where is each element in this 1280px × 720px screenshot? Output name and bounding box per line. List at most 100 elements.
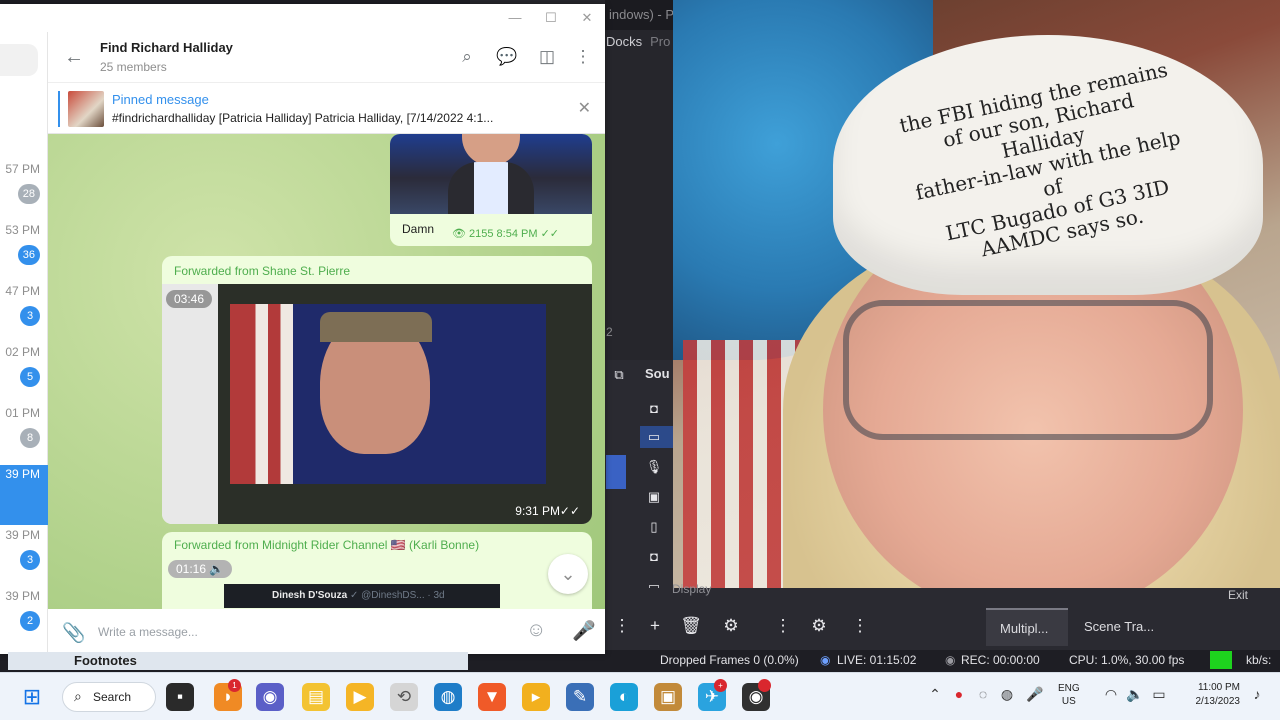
emoji-icon[interactable]: ☺ xyxy=(526,619,546,642)
scene-selected-row[interactable] xyxy=(606,455,626,489)
battery-icon[interactable]: ▭ xyxy=(1150,686,1168,703)
forwarded-from-label-2[interactable]: Forwarded from Midnight Rider Channel 🇺🇸… xyxy=(174,538,479,552)
telegram-badge: + xyxy=(714,679,727,692)
notification-badge: 1 xyxy=(228,679,241,692)
tray-app-icon[interactable]: ● xyxy=(950,686,968,702)
chat-time: 39 PM xyxy=(5,589,40,603)
chat-list-item[interactable]: 57 PM 28 xyxy=(0,160,48,220)
more-icon[interactable]: ⋮ xyxy=(771,614,795,638)
chat-time: 01 PM xyxy=(5,406,40,420)
chat-time: 39 PM xyxy=(5,467,40,481)
mic-source-icon[interactable]: 🎙 xyxy=(645,458,663,476)
sources-dock-icon[interactable]: ⧉ xyxy=(610,366,628,384)
message-time: 9:31 PM xyxy=(515,504,560,518)
unread-badge: 36 xyxy=(17,245,40,265)
wifi-icon[interactable]: ◠ xyxy=(1102,686,1120,703)
more-icon-2[interactable]: ⋮ xyxy=(848,614,872,638)
camera-source-icon-2[interactable]: ◘ xyxy=(645,548,663,566)
tray-app-icon-2[interactable]: ◌ xyxy=(974,686,992,702)
menu-profile[interactable]: Pro xyxy=(650,34,670,49)
unread-badge: 28 xyxy=(17,184,40,204)
input-language[interactable]: ENG US xyxy=(1058,682,1080,708)
app-icon-blue-doc[interactable]: ✎ xyxy=(566,683,594,711)
message-bubble[interactable]: Damn 👁 2155 8:54 PM ✓✓ xyxy=(390,134,592,246)
more-icon-left[interactable]: ⋮ xyxy=(610,614,634,638)
chevron-up-icon[interactable]: ⌃ xyxy=(926,686,944,703)
video-player[interactable]: 03:46 9:31 PM ✓✓ xyxy=(162,284,592,524)
video-chat-icon[interactable]: 💬 xyxy=(496,46,518,68)
chat-title[interactable]: Find Richard Halliday xyxy=(100,40,233,55)
chat-list-item[interactable]: 39 PM xyxy=(0,465,48,525)
kbs-label: kb/s: xyxy=(1246,653,1272,667)
forwarded-video-message-2[interactable]: Forwarded from Midnight Rider Channel 🇺🇸… xyxy=(162,532,592,609)
chat-list-item[interactable]: 01 PM 8 xyxy=(0,404,48,464)
browser-icon[interactable]: ◍ xyxy=(434,683,462,711)
window-source-icon[interactable]: ▣ xyxy=(645,488,663,506)
edge-browser-icon[interactable]: ◐ xyxy=(610,683,638,711)
chat-time: 47 PM xyxy=(5,284,40,298)
pinned-label: Pinned message xyxy=(112,92,209,107)
file-source-icon[interactable]: ▯ xyxy=(645,518,663,536)
attach-paperclip-icon[interactable]: 📎 xyxy=(62,621,86,645)
windows-start-icon[interactable]: ⊞ xyxy=(20,685,44,709)
chat-list-item[interactable]: 02 PM 5 xyxy=(0,343,48,403)
scroll-down-icon[interactable]: ⌄ xyxy=(548,554,588,594)
chat-header: ← Find Richard Halliday 25 members ⌕ 💬 ◫… xyxy=(48,32,605,82)
glasses xyxy=(843,300,1213,440)
microphone-tray-icon[interactable]: 🎤 xyxy=(1026,686,1044,703)
sidebar-toggle-icon[interactable]: ◫ xyxy=(536,46,558,68)
audio-settings-icon[interactable]: ⚙ xyxy=(807,614,831,638)
pinned-message-bar[interactable]: Pinned message #findrichardhalliday [Pat… xyxy=(48,82,605,134)
chat-list-item[interactable]: 39 PM 3 xyxy=(0,526,48,586)
teams-chat-icon[interactable]: ◉ xyxy=(256,683,284,711)
more-menu-icon[interactable]: ⋮ xyxy=(572,46,594,68)
back-arrow-icon[interactable]: ← xyxy=(64,46,86,68)
message-image[interactable] xyxy=(390,134,592,214)
close-pinned-icon[interactable]: ✕ xyxy=(578,98,591,118)
brave-browser-icon[interactable]: ▼ xyxy=(478,683,506,711)
tab-scene-transitions[interactable]: Scene Tra... xyxy=(1070,608,1170,646)
close-icon[interactable]: ✕ xyxy=(577,8,597,28)
message-caption: Damn xyxy=(402,222,435,236)
tweet-author: Dinesh D'Souza xyxy=(272,590,348,601)
exit-button[interactable]: Exit xyxy=(1228,588,1248,602)
tweet-preview[interactable]: Dinesh D'Souza ✓ @DineshDS... · 3d xyxy=(224,584,500,608)
taskbar-clock[interactable]: 11:00 PM 2/13/2023 xyxy=(1188,681,1241,709)
live-time: LIVE: 01:15:02 xyxy=(837,653,917,667)
source-settings-gear-icon[interactable]: ⚙ xyxy=(719,614,743,638)
app-icon-grey[interactable]: ⟲ xyxy=(390,683,418,711)
add-source-button[interactable]: + xyxy=(643,614,667,638)
rec-icon: ◉ xyxy=(945,653,956,667)
menu-docks[interactable]: Docks xyxy=(606,34,642,49)
forwarded-video-message[interactable]: Forwarded from Shane St. Pierre 03:46 9:… xyxy=(162,256,592,524)
chat-list-item[interactable]: 39 PM 2 xyxy=(0,587,48,647)
tab-multiple-output[interactable]: Multipl... xyxy=(986,608,1068,646)
chat-list-item[interactable]: 47 PM 3 xyxy=(0,282,48,342)
display-source-icon[interactable]: ▭ xyxy=(645,428,663,446)
remove-source-button[interactable]: 🗑 xyxy=(679,614,703,638)
window-titlebar[interactable]: — ☐ ✕ xyxy=(0,4,605,32)
forwarded-from-label[interactable]: Forwarded from Shane St. Pierre xyxy=(174,264,350,278)
powerpoint-viewer-icon[interactable]: ▶ xyxy=(346,683,374,711)
tray-app-icon-3[interactable]: ◍ xyxy=(998,686,1016,703)
minimize-icon[interactable]: — xyxy=(505,8,525,28)
volume-icon[interactable]: 🔈 xyxy=(1126,686,1144,703)
task-view-icon[interactable]: ▪ xyxy=(166,683,194,711)
chat-list-item[interactable]: 53 PM 36 xyxy=(0,221,48,281)
video-duration-2: 01:16 🔈 xyxy=(168,560,233,578)
footnotes-window-tab[interactable]: Footnotes xyxy=(8,652,468,670)
webcam-feed: the FBI hiding the remains of our son, R… xyxy=(673,0,1280,588)
chat-search-field[interactable] xyxy=(0,44,38,76)
dropped-frames: Dropped Frames 0 (0.0%) xyxy=(660,653,799,667)
app-icon-yellow[interactable]: ▸ xyxy=(522,683,550,711)
file-explorer-icon[interactable]: ▤ xyxy=(302,683,330,711)
search-icon[interactable]: ⌕ xyxy=(456,46,478,68)
language-code: ENG xyxy=(1058,683,1080,694)
clock-time: 11:00 PM xyxy=(1197,682,1240,693)
maximize-icon[interactable]: ☐ xyxy=(541,8,561,28)
app-icon-brown[interactable]: ▣ xyxy=(654,683,682,711)
notification-bell-icon[interactable]: ♪ xyxy=(1248,686,1266,702)
camera-source-icon[interactable]: ◘ xyxy=(645,400,663,418)
microphone-icon[interactable]: 🎤 xyxy=(572,619,596,643)
message-input[interactable] xyxy=(98,617,508,647)
